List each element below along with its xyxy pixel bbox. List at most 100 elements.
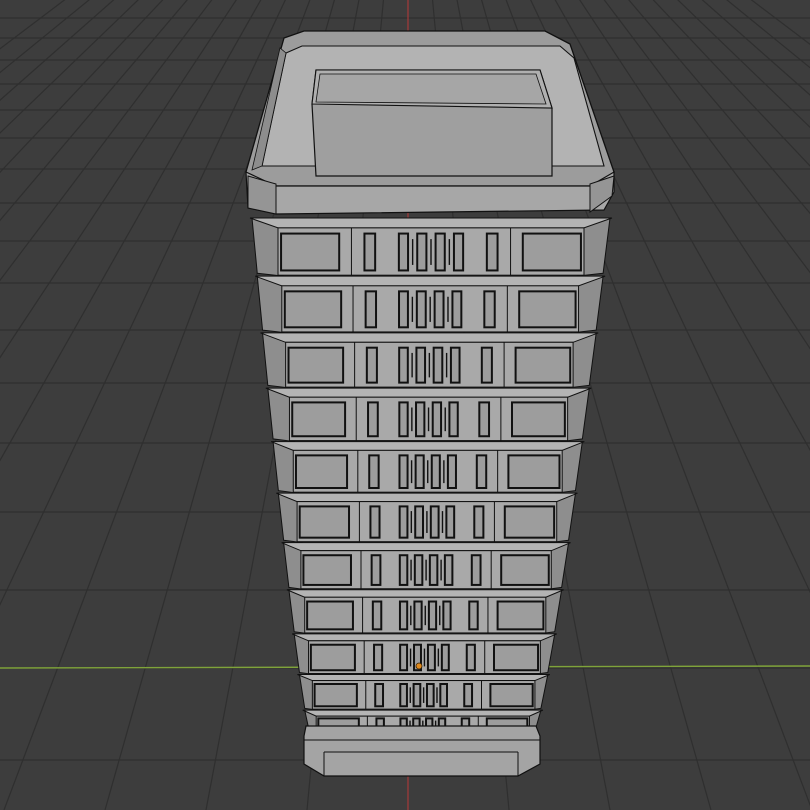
- window-narrow: [443, 554, 454, 586]
- window-narrow: [365, 346, 378, 384]
- window-narrow: [463, 682, 474, 708]
- window-narrow: [369, 505, 381, 539]
- window-narrow: [427, 600, 438, 631]
- window-wide-left: [309, 643, 356, 672]
- window-wide-left: [298, 505, 351, 539]
- window-narrow: [374, 682, 385, 708]
- window-narrow: [371, 600, 383, 631]
- window-narrow: [413, 554, 424, 586]
- floor-slab: [249, 217, 613, 229]
- window-narrow: [452, 232, 465, 272]
- floor: [265, 387, 592, 443]
- window-narrow: [473, 505, 485, 539]
- floor-slab: [291, 633, 557, 642]
- window-narrow: [483, 290, 496, 329]
- window-wide-left: [313, 682, 358, 708]
- window-narrow: [398, 454, 409, 490]
- window-narrow: [398, 600, 409, 631]
- window-narrow: [398, 401, 409, 438]
- window-narrow: [414, 454, 425, 490]
- roof-box-rim: [315, 73, 547, 105]
- window-narrow: [448, 401, 459, 438]
- floor-slab: [260, 332, 599, 343]
- floor: [260, 332, 599, 389]
- window-narrow: [434, 232, 446, 272]
- floor-slab: [281, 542, 571, 552]
- floor-slab: [297, 673, 551, 682]
- window-narrow: [399, 643, 409, 672]
- window-narrow: [397, 232, 410, 272]
- object-origin-icon: [415, 662, 423, 670]
- window-narrow: [398, 290, 409, 329]
- window-narrow: [429, 505, 440, 539]
- window-wide-right: [489, 682, 534, 708]
- window-narrow: [415, 346, 427, 384]
- floor: [281, 542, 571, 591]
- window-narrow: [449, 346, 461, 384]
- window-narrow: [432, 346, 444, 384]
- window-wide-right: [507, 454, 561, 490]
- window-narrow: [478, 401, 491, 438]
- floor-slab: [270, 441, 585, 451]
- window-wide-right: [493, 643, 540, 672]
- window-wide-right: [503, 505, 556, 539]
- window-narrow: [414, 505, 425, 539]
- window-narrow: [442, 600, 452, 631]
- window-narrow: [431, 401, 443, 438]
- floor: [276, 492, 578, 544]
- window-wide-left: [280, 232, 341, 272]
- window-wide-right: [518, 290, 577, 329]
- window-narrow: [398, 346, 409, 384]
- window-wide-right: [500, 554, 550, 586]
- window-narrow: [485, 232, 499, 272]
- floor: [291, 633, 557, 676]
- floor: [286, 589, 564, 635]
- window-narrow: [445, 505, 456, 539]
- window-narrow: [470, 554, 482, 586]
- floor-slab: [276, 492, 578, 503]
- window-narrow: [446, 454, 457, 490]
- window-narrow: [368, 454, 380, 490]
- floor: [297, 673, 551, 711]
- window-narrow: [439, 682, 449, 708]
- window-narrow: [440, 643, 450, 672]
- window-narrow: [413, 600, 423, 631]
- floor-slab: [286, 589, 564, 598]
- floor: [270, 440, 585, 494]
- floor: [249, 217, 613, 277]
- window-narrow: [426, 643, 436, 672]
- window-narrow: [370, 554, 382, 586]
- window-wide-right: [514, 346, 572, 384]
- window-wide-left: [283, 290, 343, 329]
- 3d-viewport[interactable]: [0, 0, 810, 810]
- window-narrow: [398, 505, 409, 539]
- window-narrow: [399, 682, 408, 708]
- window-narrow: [415, 290, 427, 329]
- window-narrow: [363, 232, 377, 272]
- window-narrow: [416, 232, 428, 272]
- window-narrow: [430, 454, 441, 490]
- window-wide-left: [287, 346, 345, 384]
- window-narrow: [425, 682, 435, 708]
- floor: [255, 275, 606, 334]
- window-narrow: [475, 454, 488, 490]
- window-narrow: [398, 554, 409, 586]
- window-wide-left: [291, 401, 347, 438]
- window-narrow: [412, 682, 422, 708]
- window-narrow: [480, 346, 493, 384]
- floor-slab: [302, 709, 544, 717]
- window-narrow: [415, 401, 426, 438]
- window-wide-right: [511, 401, 566, 438]
- window-wide-left: [306, 600, 354, 631]
- window-narrow: [451, 290, 463, 329]
- window-narrow: [468, 600, 479, 631]
- window-narrow: [433, 290, 445, 329]
- window-narrow: [373, 643, 384, 672]
- window-wide-left: [302, 554, 352, 586]
- floor-slab: [255, 275, 606, 287]
- window-narrow: [364, 290, 378, 329]
- window-narrow: [367, 401, 379, 438]
- window-wide-right: [521, 232, 582, 272]
- window-narrow: [465, 643, 476, 672]
- floor-slab: [265, 387, 592, 398]
